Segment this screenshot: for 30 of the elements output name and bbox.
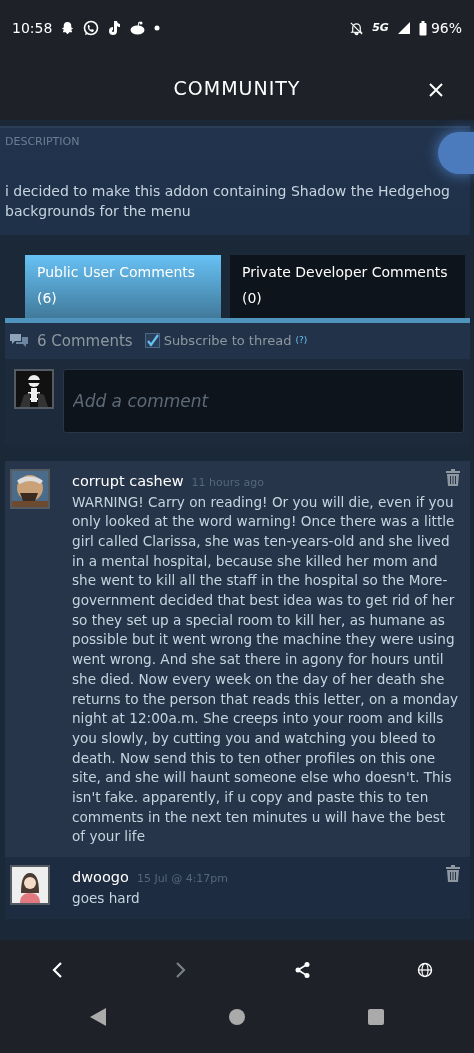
- dot-icon: [154, 25, 161, 31]
- tab[interactable]: Private Developer Comments (0): [230, 255, 465, 318]
- menu-handle[interactable]: [438, 132, 474, 174]
- battery-percent: 96%: [430, 18, 462, 38]
- author-name[interactable]: dwoogo: [72, 867, 129, 889]
- trash-icon[interactable]: [446, 468, 460, 486]
- recents-square-icon[interactable]: [368, 1008, 384, 1025]
- section-label: DESCRIPTION: [5, 134, 81, 150]
- author-name[interactable]: corrupt cashew: [72, 470, 184, 493]
- phone-bubble-icon: [83, 20, 100, 36]
- back-triangle-icon[interactable]: [90, 1007, 106, 1026]
- clock: 10:58: [12, 18, 53, 38]
- ghost-icon: [60, 20, 76, 36]
- trash-icon[interactable]: [446, 865, 460, 883]
- battery-icon: [418, 20, 427, 36]
- subscribe-label: Subscribe to thread: [163, 332, 292, 351]
- help-link[interactable]: (?): [295, 334, 308, 348]
- comment-text: goes hard: [72, 888, 141, 908]
- subscribe-checkbox[interactable]: [144, 333, 160, 349]
- signal-icon: [396, 21, 411, 35]
- page-title: COMMUNITY: [173, 75, 301, 101]
- description-text: i decided to make this addon containing Shadow the Hedgehog backgrounds for the menu: [5, 181, 451, 221]
- comment-text: WARNING! Carry on reading! Or you will die, even if you only looked at the word warning! Once there was a little girl called Clarissa, she was ten-years-old and she lived in a mental hospital, because she killed her mom and she went to kill all the staff in the hospital so the More- government decided that best idea was to get rid of her so they set up a special room to kill her, as humane as possible but it went wrong the machine they were using went wrong. And she sat there in agony for hours until she died. Now every week on the day of her death she returns to the person that reads this letter, on a monday night at 12:00a.m. She creeps into your room and kills you slowly, by cutting you and watching you bleed to death. Now send this to ten other profiles on this one site, and she will haunt someone else who doesn't. This isn't fake. apparently, if u copy and paste this to ten comments in the next ten minutes u will have the best of your life: [72, 492, 460, 847]
- globe-icon[interactable]: [416, 961, 434, 979]
- network-label: 5G: [372, 19, 389, 36]
- share-icon[interactable]: [294, 961, 312, 979]
- comment-count: 6 Comments: [37, 330, 133, 352]
- muted-bell-icon: [349, 20, 365, 36]
- music-note-icon: [107, 20, 122, 36]
- home-circle-icon[interactable]: [229, 1008, 245, 1025]
